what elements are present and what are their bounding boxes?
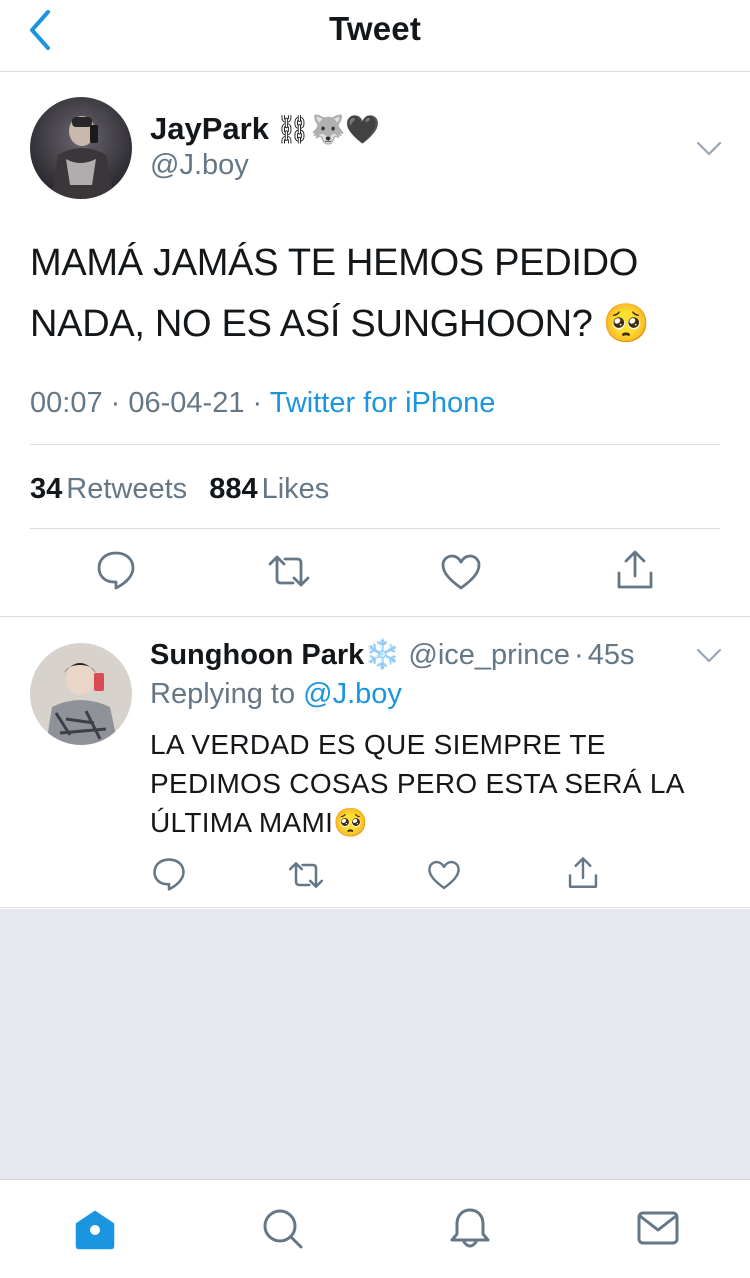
home-icon[interactable] [73,1206,117,1250]
tweet-date: 06-04-21 [128,387,245,419]
replying-to: Replying to @J.boy [150,678,402,711]
reply-header: Sunghoon Park❄️ @ice_prince · 45s [150,638,634,672]
likes-stat[interactable]: 884 Likes [209,473,343,505]
retweets-label: Retweets [66,473,188,505]
mail-icon[interactable] [636,1206,680,1250]
tweet-source-link[interactable]: Twitter for iPhone [270,387,496,419]
reply-time: 45s [587,639,635,671]
reply-dot: · [574,639,584,671]
meta-separator: · [110,387,129,419]
retweets-stat[interactable]: 34 Retweets [30,473,201,505]
reply-options-chevron-down-icon[interactable] [696,648,722,664]
page-title: Tweet [328,10,422,47]
heart-icon[interactable] [427,859,461,891]
tweet-time: 00:07 [30,387,103,419]
tweet-meta: 00:07 · 06-04-21 · Twitter for iPhone [30,387,495,420]
retweets-count: 34 [30,473,63,505]
meta-separator: · [252,387,270,419]
author-emojis: ⛓🐺🖤 [274,114,381,145]
likes-label: Likes [261,473,330,505]
reply-author-handle[interactable]: @ice_prince [408,639,570,671]
tweet-text: MAMÁ JAMÁS TE HEMOS PEDIDO NADA, NO ES A… [30,242,650,345]
bottom-tab-bar [0,1179,750,1278]
empty-background-area [0,909,750,1179]
main-tweet: JayPark ⛓🐺🖤 @J.boy MAMÁ JAMÁS TE HEMOS PE… [0,73,750,617]
divider [30,444,720,445]
likes-count: 884 [209,473,258,505]
reply-author-avatar[interactable] [30,643,132,745]
author-name-text: JayPark [150,111,269,146]
reply-author-name[interactable]: Sunghoon Park❄️ [150,639,400,671]
divider [30,528,720,529]
reply-text: LA VERDAD ES QUE SIEMPRE TE PEDIMOS COSA… [150,729,684,838]
retweet-icon[interactable] [286,860,326,890]
replying-to-label: Replying to [150,678,296,710]
heart-icon[interactable] [440,553,482,591]
search-icon[interactable] [260,1206,304,1250]
replying-to-handle-link[interactable]: @J.boy [303,678,402,710]
share-icon[interactable] [614,549,656,591]
reply-tweet[interactable]: Sunghoon Park❄️ @ice_prince · 45s Replying … [0,618,750,908]
reply-icon[interactable] [96,549,136,591]
author-handle[interactable]: @J.boy [150,149,249,182]
reply-icon[interactable] [152,856,186,892]
retweet-icon[interactable] [266,553,312,589]
share-icon[interactable] [566,856,600,890]
top-nav-bar: Tweet [0,0,750,72]
tweet-stats: 34 Retweets 884 Likes [30,473,343,506]
tweet-options-chevron-down-icon[interactable] [696,141,722,157]
bell-icon[interactable] [448,1206,492,1250]
author-avatar[interactable] [30,97,132,199]
author-name[interactable]: JayPark ⛓🐺🖤 [150,111,380,147]
